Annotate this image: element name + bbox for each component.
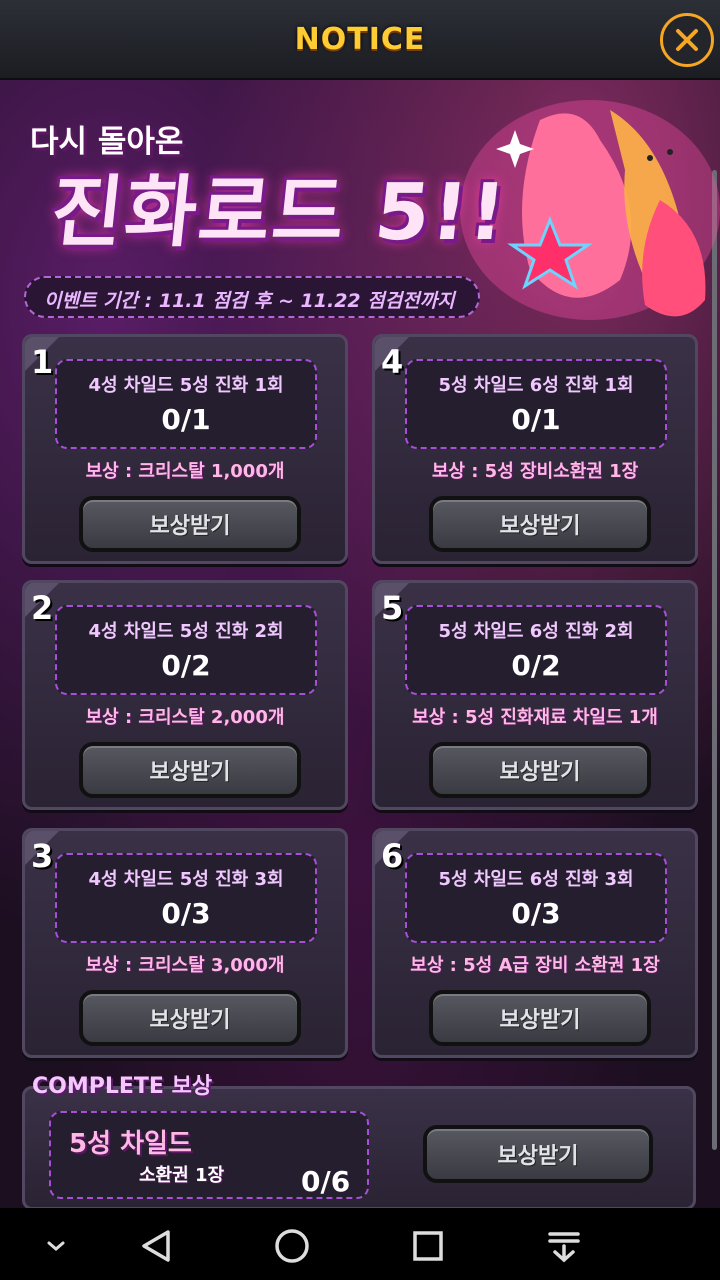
mission-number: 2	[31, 589, 54, 627]
complete-section-title: COMPLETE 보상	[32, 1074, 213, 1099]
mission-reward: 보상 : 크리스탈 3,000개	[85, 955, 285, 976]
mission-number: 3	[31, 837, 54, 875]
mission-description: 5성 차일드 6성 진화 2회	[438, 621, 634, 642]
chevron-down-icon[interactable]	[36, 1226, 76, 1266]
mission-number: 5	[381, 589, 404, 627]
mission-progress: 0/2	[511, 649, 561, 682]
mission-box: 4성 차일드 5성 진화 1회 0/1	[55, 359, 317, 449]
event-banner: 다시 돌아온 진화로드 5!! 이벤트 기간 : 11.1 점검 후 ~ 11.…	[0, 80, 720, 330]
back-icon[interactable]	[136, 1226, 176, 1266]
mission-progress: 0/3	[511, 897, 561, 930]
mission-number: 4	[381, 343, 404, 381]
complete-reward-quantity: 소환권 1장	[139, 1165, 225, 1186]
complete-reward-card: 5성 차일드 소환권 1장 0/6 보상받기	[22, 1086, 696, 1210]
mission-box: 4성 차일드 5성 진화 3회 0/3	[55, 853, 317, 943]
claim-reward-label: 보상받기	[499, 1008, 581, 1033]
claim-reward-label: 보상받기	[499, 514, 581, 539]
claim-reward-button[interactable]: 보상받기	[429, 496, 651, 552]
mission-reward: 보상 : 크리스탈 2,000개	[85, 707, 285, 728]
mission-box: 5성 차일드 6성 진화 2회 0/2	[405, 605, 667, 695]
mission-reward: 보상 : 5성 장비소환권 1장	[431, 461, 639, 482]
recents-icon[interactable]	[408, 1226, 448, 1266]
mission-description: 5성 차일드 6성 진화 1회	[438, 375, 634, 396]
mission-reward: 보상 : 크리스탈 1,000개	[85, 461, 285, 482]
mission-progress: 0/3	[161, 897, 211, 930]
system-nav-bar	[0, 1208, 720, 1280]
mission-description: 4성 차일드 5성 진화 2회	[88, 621, 284, 642]
event-period-bar: 이벤트 기간 : 11.1 점검 후 ~ 11.22 점검전까지	[24, 276, 480, 318]
claim-reward-label: 보상받기	[499, 760, 581, 785]
claim-reward-label: 보상받기	[149, 514, 231, 539]
claim-reward-button[interactable]: 보상받기	[79, 990, 301, 1046]
complete-reward-box: 5성 차일드 소환권 1장 0/6	[49, 1111, 369, 1199]
mission-box: 5성 차일드 6성 진화 1회 0/1	[405, 359, 667, 449]
mission-progress: 0/1	[511, 403, 561, 436]
complete-claim-button[interactable]: 보상받기	[423, 1125, 653, 1183]
download-icon[interactable]	[544, 1226, 584, 1266]
mission-card-1: 1 4성 차일드 5성 진화 1회 0/1 보상 : 크리스탈 1,000개 보…	[22, 334, 348, 564]
mission-number: 1	[31, 343, 54, 381]
home-icon[interactable]	[272, 1226, 312, 1266]
page-title: NOTICE	[294, 22, 426, 57]
mission-card-3: 3 4성 차일드 5성 진화 3회 0/3 보상 : 크리스탈 3,000개 보…	[22, 828, 348, 1058]
mission-description: 5성 차일드 6성 진화 3회	[438, 869, 634, 890]
mission-description: 4성 차일드 5성 진화 1회	[88, 375, 284, 396]
complete-claim-label: 보상받기	[497, 1144, 579, 1169]
mission-box: 4성 차일드 5성 진화 2회 0/2	[55, 605, 317, 695]
mission-reward: 보상 : 5성 A급 장비 소환권 1장	[410, 955, 660, 976]
claim-reward-button[interactable]: 보상받기	[79, 742, 301, 798]
mission-box: 5성 차일드 6성 진화 3회 0/3	[405, 853, 667, 943]
mission-card-2: 2 4성 차일드 5성 진화 2회 0/2 보상 : 크리스탈 2,000개 보…	[22, 580, 348, 810]
claim-reward-button[interactable]: 보상받기	[429, 742, 651, 798]
claim-reward-button[interactable]: 보상받기	[429, 990, 651, 1046]
header-bar: NOTICE	[0, 0, 720, 80]
mission-reward: 보상 : 5성 진화재료 차일드 1개	[412, 707, 658, 728]
mission-progress: 0/2	[161, 649, 211, 682]
mission-card-6: 6 5성 차일드 6성 진화 3회 0/3 보상 : 5성 A급 장비 소환권 …	[372, 828, 698, 1058]
claim-reward-label: 보상받기	[149, 760, 231, 785]
mission-card-4: 4 5성 차일드 6성 진화 1회 0/1 보상 : 5성 장비소환권 1장 보…	[372, 334, 698, 564]
complete-reward-name: 5성 차일드	[69, 1129, 192, 1159]
claim-reward-button[interactable]: 보상받기	[79, 496, 301, 552]
mission-description: 4성 차일드 5성 진화 3회	[88, 869, 284, 890]
close-button[interactable]	[660, 13, 714, 67]
banner-title: 진화로드 5!!	[46, 168, 512, 258]
complete-progress: 0/6	[301, 1165, 351, 1198]
mission-card-5: 5 5성 차일드 6성 진화 2회 0/2 보상 : 5성 진화재료 차일드 1…	[372, 580, 698, 810]
close-icon	[676, 29, 698, 51]
mission-progress: 0/1	[161, 403, 211, 436]
event-period-text: 이벤트 기간 : 11.1 점검 후 ~ 11.22 점검전까지	[44, 290, 455, 312]
claim-reward-label: 보상받기	[149, 1008, 231, 1033]
mission-number: 6	[381, 837, 404, 875]
